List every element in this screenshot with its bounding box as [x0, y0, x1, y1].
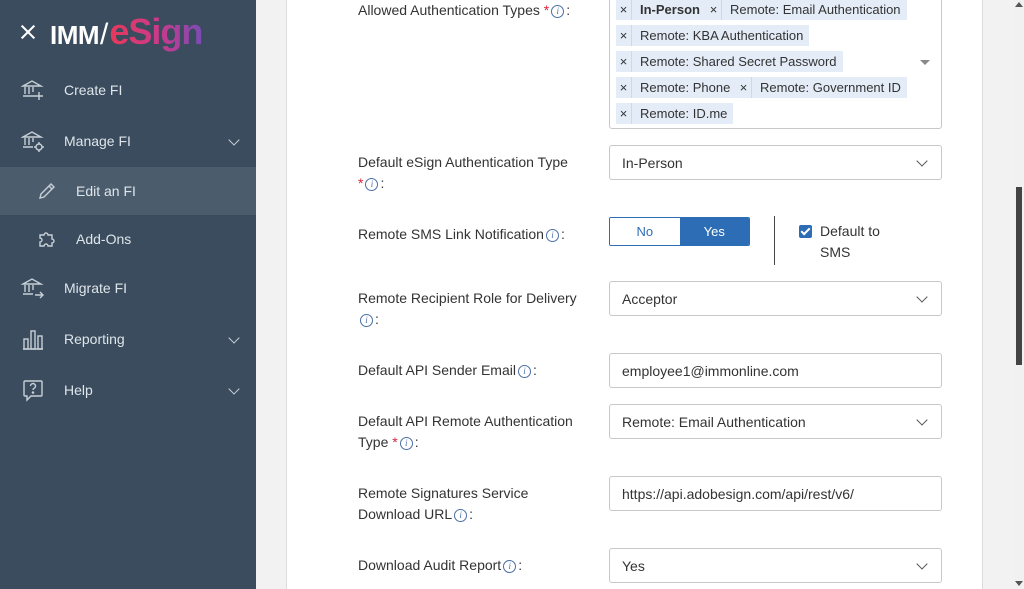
api-remote-auth-label: Default API Remote Authentication Type * i…	[358, 413, 573, 450]
sms-link-toggle: No Yes	[609, 217, 750, 246]
default-to-sms-label: Default to SMS	[820, 223, 880, 260]
remove-tag-icon[interactable]: ×	[616, 0, 632, 20]
sidebar-item-reporting[interactable]: Reporting	[0, 315, 256, 363]
main-content: Allowed Authentication Types * i: × In-Per…	[256, 0, 1014, 589]
info-icon[interactable]: i	[545, 229, 559, 242]
scroll-down-icon[interactable]	[1015, 581, 1023, 586]
brand-header: IMM / eSign	[0, 0, 256, 63]
remove-tag-icon[interactable]: ×	[616, 51, 632, 72]
chevron-down-icon	[228, 332, 240, 344]
sidebar-item-add-ons[interactable]: Add-Ons	[0, 215, 256, 263]
sidebar-item-label: Manage FI	[64, 133, 131, 149]
tag-shared-secret: × Remote: Shared Secret Password	[616, 51, 843, 72]
tag-kba-auth: × Remote: KBA Authentication	[616, 25, 810, 46]
info-icon[interactable]: i	[454, 509, 468, 522]
chevron-down-icon	[228, 383, 240, 395]
sidebar-item-edit-fi[interactable]: Edit an FI	[0, 167, 256, 215]
audit-report-label: Download Audit Report i:	[358, 557, 523, 573]
sidebar-item-label: Help	[64, 382, 93, 398]
info-icon[interactable]: i	[365, 178, 379, 191]
default-auth-label: Default eSign Authentication Type * i:	[358, 154, 568, 191]
puzzle-icon	[36, 226, 58, 252]
download-url-input[interactable]	[609, 476, 942, 511]
bar-chart-icon	[20, 326, 46, 352]
info-icon[interactable]: i	[551, 5, 565, 18]
bank-plus-icon	[20, 77, 46, 103]
sms-link-label: Remote SMS Link Notification i:	[358, 226, 565, 242]
chevron-down-icon	[228, 134, 240, 146]
allowed-auth-multiselect[interactable]: × In-Person × Remote: Email Authentication…	[609, 0, 942, 129]
allowed-auth-label: Allowed Authentication Types * i:	[358, 2, 571, 18]
tag-phone: × Remote: Phone	[616, 77, 737, 98]
sidebar: IMM / eSign Create FI Manage FI Edit an FI…	[0, 0, 256, 589]
chevron-down-icon	[916, 414, 928, 426]
sidebar-item-label: Reporting	[64, 331, 125, 347]
info-icon[interactable]: i	[503, 560, 517, 573]
remove-tag-icon[interactable]: ×	[706, 0, 722, 20]
tag-in-person: × In-Person	[616, 0, 706, 20]
sms-no-button[interactable]: No	[610, 218, 680, 245]
chevron-down-icon	[916, 291, 928, 303]
default-auth-select[interactable]: In-Person	[609, 145, 942, 180]
download-url-label: Remote Signatures Service Download URL i:	[358, 485, 529, 522]
api-remote-auth-select[interactable]: Remote: Email Authentication	[609, 404, 942, 439]
sms-yes-button[interactable]: Yes	[679, 218, 749, 245]
vertical-scrollbar[interactable]	[1014, 0, 1024, 589]
sidebar-item-help[interactable]: Help	[0, 366, 256, 414]
chevron-down-icon	[916, 558, 928, 570]
chevron-down-icon	[916, 155, 928, 167]
sidebar-item-label: Migrate FI	[64, 280, 128, 296]
tag-government-id: × Remote: Government ID	[736, 77, 907, 98]
remove-tag-icon[interactable]: ×	[616, 77, 632, 98]
sidebar-item-label: Edit an FI	[76, 183, 136, 199]
close-icon[interactable]	[18, 22, 38, 42]
info-icon[interactable]: i	[517, 365, 531, 378]
remove-tag-icon[interactable]: ×	[736, 77, 752, 98]
sender-email-label: Default API Sender Email i:	[358, 362, 537, 378]
app-logo[interactable]: IMM / eSign	[50, 11, 203, 53]
dropdown-arrow-icon[interactable]	[920, 60, 930, 65]
sidebar-item-migrate-fi[interactable]: Migrate FI	[0, 264, 256, 312]
sidebar-item-label: Add-Ons	[76, 231, 132, 247]
tag-email-auth: × Remote: Email Authentication	[706, 0, 907, 20]
divider	[774, 216, 775, 265]
question-icon	[20, 377, 46, 403]
bank-gear-icon	[20, 128, 46, 154]
default-to-sms-checkbox[interactable]	[799, 225, 812, 238]
recipient-role-label: Remote Recipient Role for Delivery i:	[358, 290, 577, 327]
recipient-role-select[interactable]: Acceptor	[609, 281, 942, 316]
sidebar-item-manage-fi[interactable]: Manage FI	[0, 117, 256, 165]
audit-report-select[interactable]: Yes	[609, 548, 942, 583]
remove-tag-icon[interactable]: ×	[616, 103, 632, 124]
remove-tag-icon[interactable]: ×	[616, 25, 632, 46]
info-icon[interactable]: i	[360, 314, 373, 327]
scroll-up-icon[interactable]	[1015, 2, 1023, 7]
scrollbar-thumb[interactable]	[1016, 187, 1022, 365]
settings-form: Allowed Authentication Types * i: × In-Per…	[286, 0, 983, 589]
sender-email-input[interactable]	[609, 353, 942, 388]
sidebar-item-label: Create FI	[64, 82, 123, 98]
info-icon[interactable]: i	[399, 437, 413, 450]
pencil-icon	[36, 178, 58, 204]
bank-arrow-icon	[20, 275, 46, 301]
tag-id-me: × Remote: ID.me	[616, 103, 734, 124]
sidebar-item-create-fi[interactable]: Create FI	[0, 66, 256, 114]
